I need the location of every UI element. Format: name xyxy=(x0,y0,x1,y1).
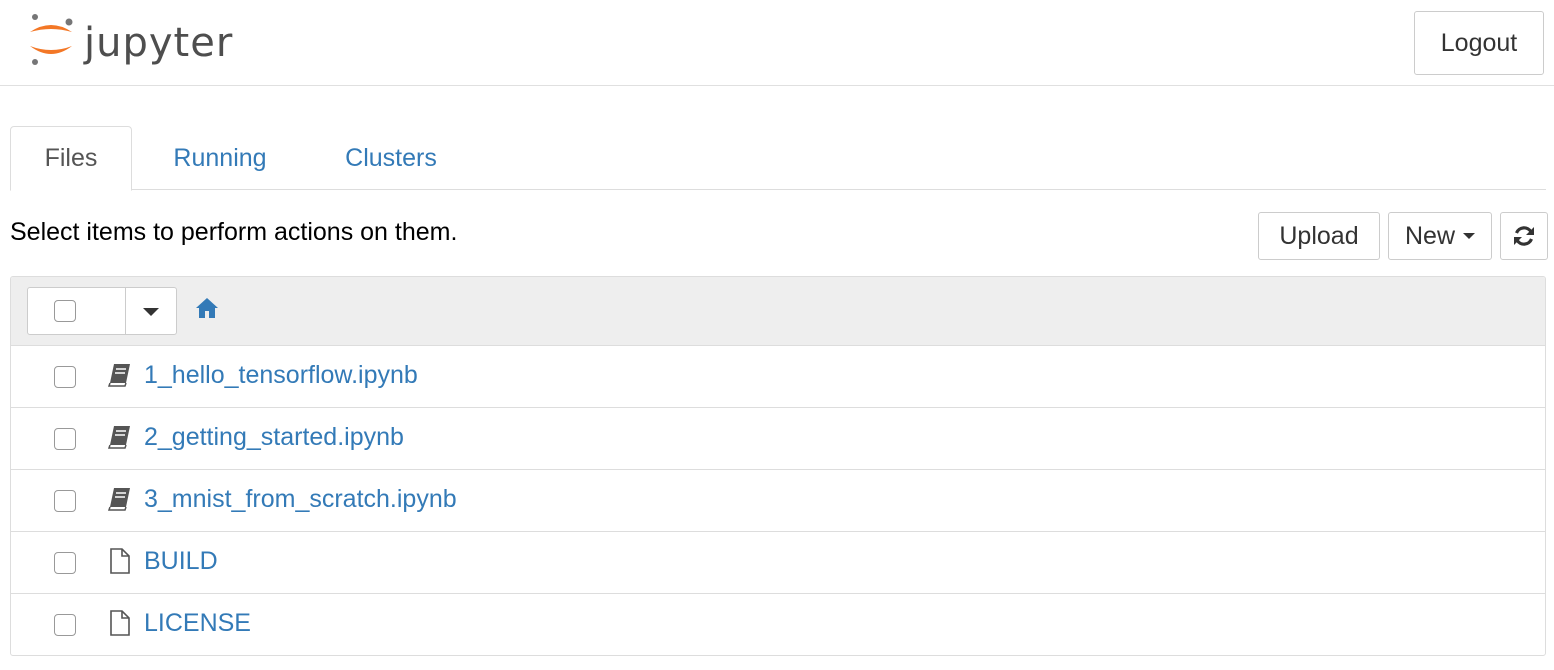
file-name-link[interactable]: 3_mnist_from_scratch.ipynb xyxy=(144,485,457,514)
select-all-checkbox[interactable] xyxy=(54,300,76,322)
file-name-link[interactable]: 2_getting_started.ipynb xyxy=(144,423,404,452)
tab-running[interactable]: Running xyxy=(150,126,290,190)
jupyter-logo-icon xyxy=(30,14,73,65)
home-icon[interactable] xyxy=(195,297,219,319)
row-checkbox[interactable] xyxy=(54,428,76,450)
logo-text: jupyter xyxy=(84,20,234,66)
tab-bar: Files Running Clusters xyxy=(10,126,1546,191)
file-icon xyxy=(110,610,130,636)
list-header xyxy=(11,277,1545,346)
notebook-icon xyxy=(107,488,130,511)
refresh-button[interactable] xyxy=(1500,212,1548,260)
file-list: 1_hello_tensorflow.ipynb 2_getting_start… xyxy=(10,276,1546,656)
selection-hint: Select items to perform actions on them. xyxy=(10,218,458,246)
tab-files[interactable]: Files xyxy=(10,126,132,191)
file-name-link[interactable]: BUILD xyxy=(144,547,218,576)
caret-down-icon xyxy=(1463,233,1475,239)
notebook-icon xyxy=(107,426,130,449)
file-row[interactable]: 2_getting_started.ipynb xyxy=(11,408,1545,470)
row-checkbox[interactable] xyxy=(54,366,76,388)
header: jupyter Logout xyxy=(0,0,1554,86)
row-checkbox[interactable] xyxy=(54,614,76,636)
file-row[interactable]: 1_hello_tensorflow.ipynb xyxy=(11,346,1545,408)
new-button-label: New xyxy=(1404,221,1455,250)
file-name-link[interactable]: LICENSE xyxy=(144,609,251,638)
refresh-icon xyxy=(1514,226,1534,246)
file-name-link[interactable]: 1_hello_tensorflow.ipynb xyxy=(144,361,418,390)
new-button[interactable]: New xyxy=(1388,212,1492,260)
row-checkbox[interactable] xyxy=(54,490,76,512)
select-divider xyxy=(125,288,126,334)
notebook-icon xyxy=(107,364,130,387)
row-checkbox[interactable] xyxy=(54,552,76,574)
file-row[interactable]: LICENSE xyxy=(11,594,1545,655)
upload-button[interactable]: Upload xyxy=(1258,212,1380,260)
tab-clusters[interactable]: Clusters xyxy=(322,126,460,190)
logout-button[interactable]: Logout xyxy=(1414,11,1544,75)
caret-down-icon[interactable] xyxy=(143,308,159,316)
file-row[interactable]: 3_mnist_from_scratch.ipynb xyxy=(11,470,1545,532)
jupyter-logo[interactable]: jupyter xyxy=(26,10,256,70)
file-row[interactable]: BUILD xyxy=(11,532,1545,594)
file-icon xyxy=(110,548,130,574)
select-all-dropdown[interactable] xyxy=(27,287,177,335)
